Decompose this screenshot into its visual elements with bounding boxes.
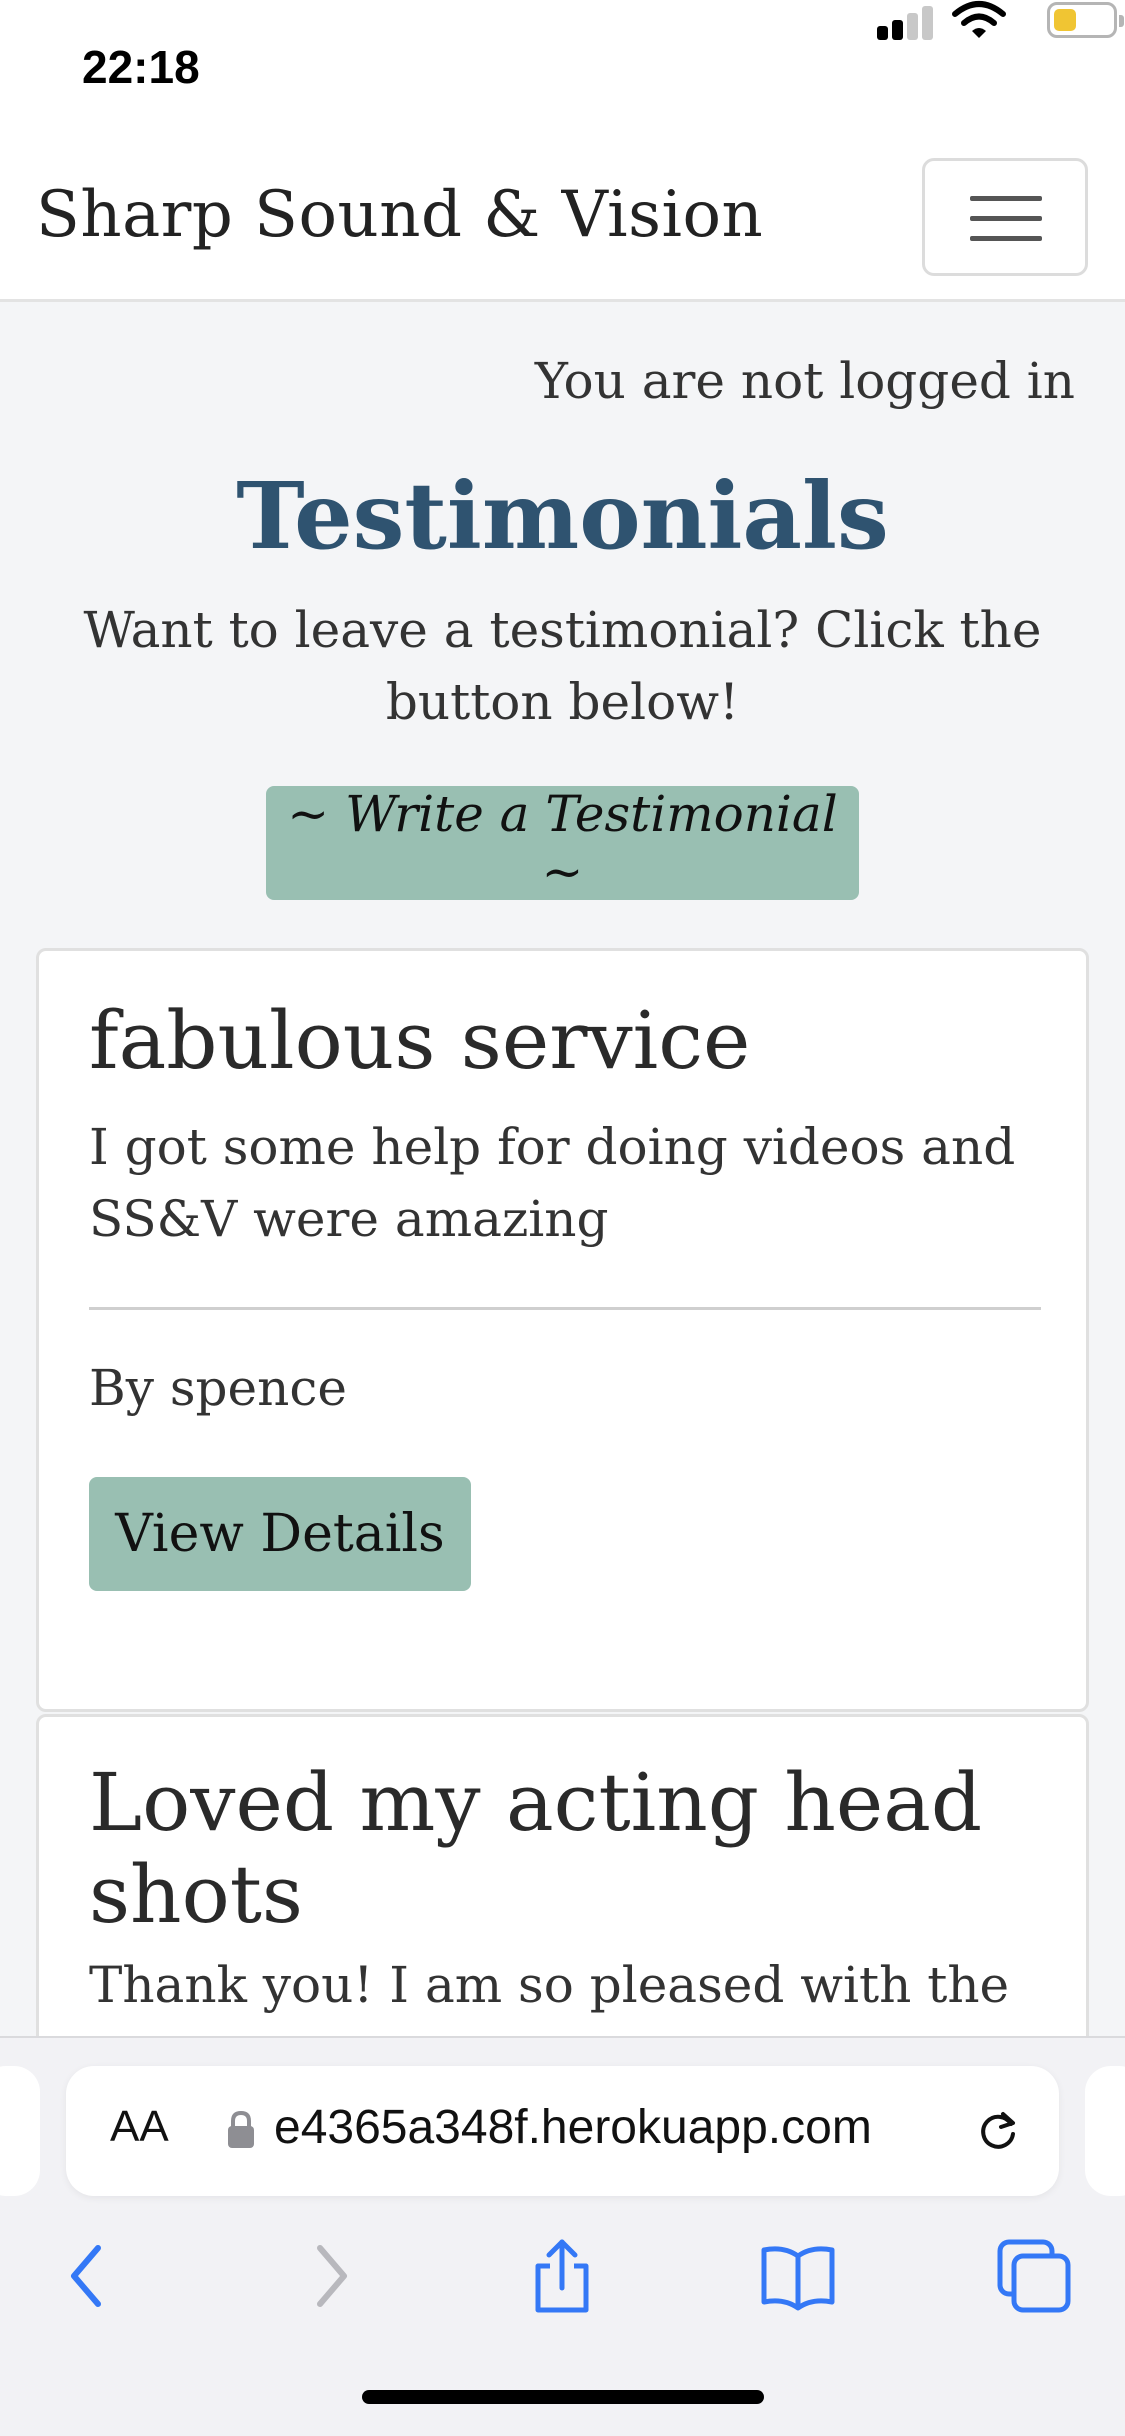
hamburger-menu-icon — [970, 196, 1042, 201]
testimonial-title: fabulous service — [89, 994, 751, 1087]
tabs-icon[interactable] — [994, 2236, 1074, 2316]
home-indicator — [362, 2390, 764, 2404]
page-intro: Want to leave a testimonial? Click the b… — [83, 601, 1042, 731]
next-tab-preview[interactable] — [1085, 2066, 1125, 2196]
brand-link[interactable]: Sharp Sound & Vision — [36, 178, 763, 252]
forward-icon[interactable] — [290, 2236, 370, 2316]
signal-icon — [877, 4, 933, 40]
status-bar: 22:18 — [0, 0, 1125, 140]
back-icon[interactable] — [48, 2236, 128, 2316]
browser-toolbar: AA e4365a348f.herokuapp.com — [0, 2036, 1125, 2436]
lock-icon — [226, 2110, 256, 2150]
share-icon[interactable] — [522, 2236, 602, 2316]
testimonial-title: Loved my acting head shots — [89, 1756, 983, 1941]
testimonial-card: fabulous service I got some help for doi… — [36, 948, 1089, 1712]
testimonial-card: Loved my acting head shots Thank you! I … — [36, 1714, 1089, 2054]
view-details-button[interactable]: View Details — [89, 1477, 471, 1591]
previous-tab-preview[interactable] — [0, 2066, 40, 2196]
testimonial-author: By spence — [89, 1359, 347, 1417]
navbar: Sharp Sound & Vision — [0, 140, 1125, 302]
hamburger-menu-icon-bar — [970, 216, 1042, 221]
testimonial-body: Thank you! I am so pleased with the — [89, 1956, 1010, 2014]
reload-icon[interactable] — [973, 2106, 1023, 2156]
wifi-icon — [951, 0, 1007, 40]
card-divider — [89, 1307, 1041, 1310]
testimonial-body: I got some help for doing videos and SS&… — [89, 1118, 1016, 1248]
write-testimonial-button[interactable]: ~ Write a Testimonial ~ — [266, 785, 859, 901]
text-size-button[interactable]: AA — [110, 2102, 169, 2152]
url-text[interactable]: e4365a348f.herokuapp.com — [274, 2100, 999, 2155]
battery-icon — [1047, 2, 1124, 38]
hamburger-menu-icon-bar — [970, 236, 1042, 241]
status-time: 22:18 — [82, 41, 200, 93]
login-status: You are not logged in — [534, 352, 1075, 410]
bookmarks-icon[interactable] — [758, 2236, 838, 2316]
page-title: Testimonials — [236, 462, 889, 570]
address-bar[interactable]: AA e4365a348f.herokuapp.com — [66, 2066, 1059, 2196]
hamburger-menu-button[interactable] — [922, 158, 1088, 276]
